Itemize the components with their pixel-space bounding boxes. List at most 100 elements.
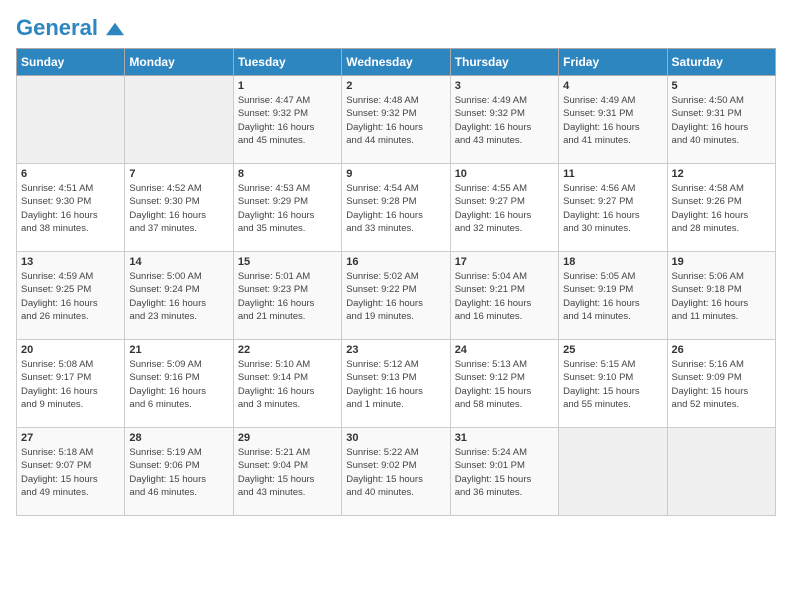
week-row-1: 1 Sunrise: 4:47 AM Sunset: 9:32 PM Daylig… bbox=[17, 76, 776, 164]
day-info: Sunrise: 5:10 AM Sunset: 9:14 PM Dayligh… bbox=[238, 358, 337, 411]
day-number: 4 bbox=[563, 80, 662, 92]
day-info: Sunrise: 5:15 AM Sunset: 9:10 PM Dayligh… bbox=[563, 358, 662, 411]
calendar-cell: 3 Sunrise: 4:49 AM Sunset: 9:32 PM Daylig… bbox=[450, 76, 558, 164]
week-row-3: 13 Sunrise: 4:59 AM Sunset: 9:25 PM Dayli… bbox=[17, 252, 776, 340]
day-number: 17 bbox=[455, 256, 554, 268]
calendar-cell: 13 Sunrise: 4:59 AM Sunset: 9:25 PM Dayli… bbox=[17, 252, 125, 340]
day-number: 28 bbox=[129, 432, 228, 444]
header-saturday: Saturday bbox=[667, 49, 775, 76]
day-number: 29 bbox=[238, 432, 337, 444]
day-number: 30 bbox=[346, 432, 445, 444]
calendar-body: 1 Sunrise: 4:47 AM Sunset: 9:32 PM Daylig… bbox=[17, 76, 776, 516]
day-number: 2 bbox=[346, 80, 445, 92]
day-number: 5 bbox=[672, 80, 771, 92]
day-number: 12 bbox=[672, 168, 771, 180]
logo: General bbox=[16, 16, 124, 36]
day-info: Sunrise: 4:55 AM Sunset: 9:27 PM Dayligh… bbox=[455, 182, 554, 235]
day-info: Sunrise: 4:50 AM Sunset: 9:31 PM Dayligh… bbox=[672, 94, 771, 147]
calendar-cell: 21Sunrise: 5:09 AM Sunset: 9:16 PM Dayli… bbox=[125, 340, 233, 428]
day-info: Sunrise: 5:06 AM Sunset: 9:18 PM Dayligh… bbox=[672, 270, 771, 323]
calendar-cell: 19Sunrise: 5:06 AM Sunset: 9:18 PM Dayli… bbox=[667, 252, 775, 340]
day-info: Sunrise: 5:24 AM Sunset: 9:01 PM Dayligh… bbox=[455, 446, 554, 499]
calendar-cell: 30 Sunrise: 5:22 AM Sunset: 9:02 PM Dayli… bbox=[342, 428, 450, 516]
day-number: 13 bbox=[21, 256, 120, 268]
day-info: Sunrise: 4:48 AM Sunset: 9:32 PM Dayligh… bbox=[346, 94, 445, 147]
calendar-cell bbox=[125, 76, 233, 164]
calendar-cell: 16 Sunrise: 5:02 AM Sunset: 9:22 PM Dayli… bbox=[342, 252, 450, 340]
week-row-4: 20 Sunrise: 5:08 AM Sunset: 9:17 PM Dayli… bbox=[17, 340, 776, 428]
day-number: 8 bbox=[238, 168, 337, 180]
day-number: 9 bbox=[346, 168, 445, 180]
calendar-cell: 23Sunrise: 5:12 AM Sunset: 9:13 PM Dayli… bbox=[342, 340, 450, 428]
calendar-cell: 18 Sunrise: 5:05 AM Sunset: 9:19 PM Dayli… bbox=[559, 252, 667, 340]
header-sunday: Sunday bbox=[17, 49, 125, 76]
logo-text: General bbox=[16, 16, 124, 40]
calendar-cell: 29Sunrise: 5:21 AM Sunset: 9:04 PM Dayli… bbox=[233, 428, 341, 516]
day-info: Sunrise: 4:52 AM Sunset: 9:30 PM Dayligh… bbox=[129, 182, 228, 235]
day-number: 6 bbox=[21, 168, 120, 180]
calendar-cell: 20 Sunrise: 5:08 AM Sunset: 9:17 PM Dayli… bbox=[17, 340, 125, 428]
day-number: 27 bbox=[21, 432, 120, 444]
day-number: 21 bbox=[129, 344, 228, 356]
day-number: 24 bbox=[455, 344, 554, 356]
calendar-cell: 5 Sunrise: 4:50 AM Sunset: 9:31 PM Daylig… bbox=[667, 76, 775, 164]
header-friday: Friday bbox=[559, 49, 667, 76]
calendar-cell bbox=[559, 428, 667, 516]
week-row-2: 6Sunrise: 4:51 AM Sunset: 9:30 PM Daylig… bbox=[17, 164, 776, 252]
calendar-cell: 14Sunrise: 5:00 AM Sunset: 9:24 PM Dayli… bbox=[125, 252, 233, 340]
day-info: Sunrise: 5:19 AM Sunset: 9:06 PM Dayligh… bbox=[129, 446, 228, 499]
calendar-cell: 2 Sunrise: 4:48 AM Sunset: 9:32 PM Daylig… bbox=[342, 76, 450, 164]
day-info: Sunrise: 5:08 AM Sunset: 9:17 PM Dayligh… bbox=[21, 358, 120, 411]
calendar-cell: 12 Sunrise: 4:58 AM Sunset: 9:26 PM Dayli… bbox=[667, 164, 775, 252]
calendar-cell: 9Sunrise: 4:54 AM Sunset: 9:28 PM Daylig… bbox=[342, 164, 450, 252]
day-info: Sunrise: 5:16 AM Sunset: 9:09 PM Dayligh… bbox=[672, 358, 771, 411]
calendar-cell: 26 Sunrise: 5:16 AM Sunset: 9:09 PM Dayli… bbox=[667, 340, 775, 428]
calendar-cell bbox=[17, 76, 125, 164]
calendar-cell: 1 Sunrise: 4:47 AM Sunset: 9:32 PM Daylig… bbox=[233, 76, 341, 164]
header-thursday: Thursday bbox=[450, 49, 558, 76]
calendar-cell: 17 Sunrise: 5:04 AM Sunset: 9:21 PM Dayli… bbox=[450, 252, 558, 340]
day-info: Sunrise: 5:12 AM Sunset: 9:13 PM Dayligh… bbox=[346, 358, 445, 411]
calendar-cell: 24 Sunrise: 5:13 AM Sunset: 9:12 PM Dayli… bbox=[450, 340, 558, 428]
day-info: Sunrise: 5:04 AM Sunset: 9:21 PM Dayligh… bbox=[455, 270, 554, 323]
day-number: 20 bbox=[21, 344, 120, 356]
calendar-cell: 28 Sunrise: 5:19 AM Sunset: 9:06 PM Dayli… bbox=[125, 428, 233, 516]
day-number: 10 bbox=[455, 168, 554, 180]
day-info: Sunrise: 4:47 AM Sunset: 9:32 PM Dayligh… bbox=[238, 94, 337, 147]
day-number: 25 bbox=[563, 344, 662, 356]
day-info: Sunrise: 5:18 AM Sunset: 9:07 PM Dayligh… bbox=[21, 446, 120, 499]
day-number: 3 bbox=[455, 80, 554, 92]
calendar-cell: 31Sunrise: 5:24 AM Sunset: 9:01 PM Dayli… bbox=[450, 428, 558, 516]
day-number: 26 bbox=[672, 344, 771, 356]
day-number: 16 bbox=[346, 256, 445, 268]
day-info: Sunrise: 5:01 AM Sunset: 9:23 PM Dayligh… bbox=[238, 270, 337, 323]
day-info: Sunrise: 4:49 AM Sunset: 9:32 PM Dayligh… bbox=[455, 94, 554, 147]
day-info: Sunrise: 4:56 AM Sunset: 9:27 PM Dayligh… bbox=[563, 182, 662, 235]
calendar-cell: 22 Sunrise: 5:10 AM Sunset: 9:14 PM Dayli… bbox=[233, 340, 341, 428]
header-monday: Monday bbox=[125, 49, 233, 76]
day-info: Sunrise: 5:05 AM Sunset: 9:19 PM Dayligh… bbox=[563, 270, 662, 323]
day-number: 15 bbox=[238, 256, 337, 268]
day-info: Sunrise: 4:53 AM Sunset: 9:29 PM Dayligh… bbox=[238, 182, 337, 235]
calendar-cell: 6Sunrise: 4:51 AM Sunset: 9:30 PM Daylig… bbox=[17, 164, 125, 252]
day-info: Sunrise: 5:02 AM Sunset: 9:22 PM Dayligh… bbox=[346, 270, 445, 323]
day-number: 1 bbox=[238, 80, 337, 92]
day-info: Sunrise: 4:58 AM Sunset: 9:26 PM Dayligh… bbox=[672, 182, 771, 235]
calendar-header: SundayMondayTuesdayWednesdayThursdayFrid… bbox=[17, 49, 776, 76]
day-info: Sunrise: 5:13 AM Sunset: 9:12 PM Dayligh… bbox=[455, 358, 554, 411]
day-number: 14 bbox=[129, 256, 228, 268]
calendar-cell: 4 Sunrise: 4:49 AM Sunset: 9:31 PM Daylig… bbox=[559, 76, 667, 164]
day-info: Sunrise: 4:59 AM Sunset: 9:25 PM Dayligh… bbox=[21, 270, 120, 323]
day-info: Sunrise: 4:49 AM Sunset: 9:31 PM Dayligh… bbox=[563, 94, 662, 147]
calendar-cell: 15 Sunrise: 5:01 AM Sunset: 9:23 PM Dayli… bbox=[233, 252, 341, 340]
calendar-cell: 7 Sunrise: 4:52 AM Sunset: 9:30 PM Daylig… bbox=[125, 164, 233, 252]
day-number: 22 bbox=[238, 344, 337, 356]
day-number: 18 bbox=[563, 256, 662, 268]
day-number: 11 bbox=[563, 168, 662, 180]
day-number: 7 bbox=[129, 168, 228, 180]
logo-icon bbox=[106, 22, 124, 36]
calendar-cell: 10 Sunrise: 4:55 AM Sunset: 9:27 PM Dayli… bbox=[450, 164, 558, 252]
day-info: Sunrise: 5:22 AM Sunset: 9:02 PM Dayligh… bbox=[346, 446, 445, 499]
calendar-cell: 25 Sunrise: 5:15 AM Sunset: 9:10 PM Dayli… bbox=[559, 340, 667, 428]
calendar-cell: 8 Sunrise: 4:53 AM Sunset: 9:29 PM Daylig… bbox=[233, 164, 341, 252]
